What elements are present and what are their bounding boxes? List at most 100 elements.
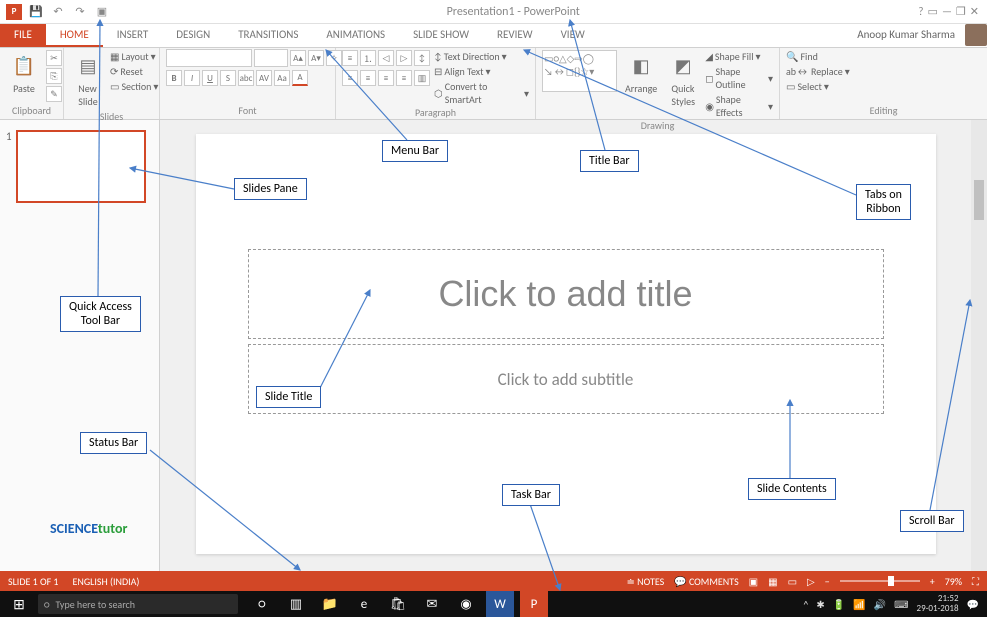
- ribbon-options-icon[interactable]: ▭: [928, 5, 938, 18]
- fit-to-window-icon[interactable]: ⛶: [972, 575, 979, 588]
- redo-icon[interactable]: ↷: [72, 4, 88, 20]
- avatar[interactable]: [965, 24, 987, 46]
- grow-font-icon[interactable]: A▴: [290, 50, 306, 66]
- notes-button[interactable]: ≐ NOTES: [627, 575, 665, 588]
- align-center-icon[interactable]: ≡: [360, 70, 376, 86]
- text-direction-button[interactable]: ↕ Text Direction ▾: [434, 50, 529, 63]
- align-left-icon[interactable]: ≡: [342, 70, 358, 86]
- justify-icon[interactable]: ≡: [396, 70, 412, 86]
- slides-pane[interactable]: 1: [0, 120, 160, 571]
- tab-transitions[interactable]: TRANSITIONS: [224, 24, 312, 47]
- shadow-button[interactable]: abc: [238, 70, 254, 86]
- comments-button[interactable]: 💬 COMMENTS: [674, 575, 738, 588]
- shape-fill-button[interactable]: ◢ Shape Fill ▾: [705, 50, 773, 63]
- quick-styles-button[interactable]: ◩Quick Styles: [665, 50, 701, 110]
- vertical-scrollbar[interactable]: [971, 120, 987, 571]
- slideshow-icon[interactable]: ▣: [94, 4, 110, 20]
- keyboard-icon[interactable]: ⌨: [894, 598, 908, 611]
- scrollbar-thumb[interactable]: [974, 180, 984, 220]
- select-button[interactable]: ▭ Select ▾: [786, 80, 829, 93]
- paste-button[interactable]: 📋Paste: [6, 50, 42, 97]
- user-name[interactable]: Anoop Kumar Sharma: [847, 24, 965, 47]
- tab-view[interactable]: VIEW: [547, 24, 599, 47]
- decrease-indent-icon[interactable]: ◁: [378, 50, 394, 66]
- clock[interactable]: 21:5229-01-2018: [917, 594, 959, 614]
- shape-outline-button[interactable]: ◻ Shape Outline ▾: [705, 65, 773, 91]
- start-button[interactable]: ⊞: [0, 596, 38, 613]
- close-icon[interactable]: ✕: [970, 5, 979, 18]
- cut-icon[interactable]: ✂: [46, 50, 62, 66]
- align-right-icon[interactable]: ≡: [378, 70, 394, 86]
- tab-animations[interactable]: ANIMATIONS: [312, 24, 399, 47]
- arrange-button[interactable]: ◧Arrange: [621, 50, 661, 97]
- underline-button[interactable]: U: [202, 70, 218, 86]
- find-button[interactable]: 🔍 Find: [786, 50, 818, 63]
- bluetooth-icon[interactable]: ✱: [816, 598, 824, 611]
- case-button[interactable]: Aa: [274, 70, 290, 86]
- align-text-button[interactable]: ⊟ Align Text ▾: [434, 65, 529, 78]
- layout-button[interactable]: ▦ Layout ▾: [110, 50, 158, 63]
- section-button[interactable]: ▭ Section ▾: [110, 80, 158, 93]
- zoom-percent[interactable]: 79%: [945, 575, 962, 588]
- shrink-font-icon[interactable]: A▾: [308, 50, 324, 66]
- font-size-select[interactable]: [254, 49, 288, 67]
- explorer-icon[interactable]: 📁: [316, 591, 344, 617]
- sorter-view-icon[interactable]: ▦: [768, 575, 777, 588]
- volume-icon[interactable]: 🔊: [874, 598, 886, 611]
- taskview-icon[interactable]: ▥: [282, 591, 310, 617]
- wifi-icon[interactable]: 📶: [853, 598, 865, 611]
- tab-slideshow[interactable]: SLIDE SHOW: [399, 24, 483, 47]
- restore-icon[interactable]: ❐: [956, 5, 966, 18]
- edge-icon[interactable]: e: [350, 591, 378, 617]
- help-icon[interactable]: ?: [918, 5, 923, 18]
- tray-expand-icon[interactable]: ^: [803, 598, 808, 611]
- battery-icon[interactable]: 🔋: [833, 598, 845, 611]
- reading-view-icon[interactable]: ▭: [788, 575, 797, 588]
- zoom-slider[interactable]: [840, 580, 920, 582]
- save-icon[interactable]: 💾: [28, 4, 44, 20]
- shape-effects-button[interactable]: ◉ Shape Effects ▾: [705, 93, 773, 119]
- italic-button[interactable]: I: [184, 70, 200, 86]
- reset-button[interactable]: ⟳ Reset: [110, 65, 158, 78]
- font-color-button[interactable]: A: [292, 70, 308, 86]
- bold-button[interactable]: B: [166, 70, 182, 86]
- zoom-in-icon[interactable]: +: [930, 575, 935, 588]
- tab-review[interactable]: REVIEW: [483, 24, 547, 47]
- slideshow-view-icon[interactable]: ▷: [807, 575, 815, 588]
- powerpoint-taskbar-icon[interactable]: P: [520, 591, 548, 617]
- shapes-gallery[interactable]: ▭○△◇⇨◯↘↔◻{}☆▾: [542, 50, 617, 92]
- increase-indent-icon[interactable]: ▷: [396, 50, 412, 66]
- language[interactable]: ENGLISH (INDIA): [73, 575, 140, 588]
- normal-view-icon[interactable]: ▣: [749, 575, 758, 588]
- mail-icon[interactable]: ✉: [418, 591, 446, 617]
- cortana-icon[interactable]: ○: [248, 591, 276, 617]
- copy-icon[interactable]: ⎘: [46, 68, 62, 84]
- tab-home[interactable]: HOME: [46, 24, 103, 47]
- slide-thumbnail-1[interactable]: 1: [6, 130, 153, 203]
- strike-button[interactable]: S: [220, 70, 236, 86]
- word-icon[interactable]: W: [486, 591, 514, 617]
- spacing-button[interactable]: AV: [256, 70, 272, 86]
- title-placeholder[interactable]: Click to add title: [248, 249, 884, 339]
- notifications-icon[interactable]: 💬: [967, 598, 979, 611]
- smartart-button[interactable]: ⬡ Convert to SmartArt ▾: [434, 80, 529, 106]
- thumb-preview[interactable]: [16, 130, 146, 203]
- format-painter-icon[interactable]: ✎: [46, 86, 62, 102]
- replace-button[interactable]: ab↔ Replace ▾: [786, 65, 850, 78]
- subtitle-placeholder[interactable]: Click to add subtitle: [248, 344, 884, 414]
- tab-insert[interactable]: INSERT: [103, 24, 163, 47]
- font-family-select[interactable]: [166, 49, 252, 67]
- line-spacing-icon[interactable]: ↕: [414, 50, 430, 66]
- tab-design[interactable]: DESIGN: [162, 24, 224, 47]
- file-tab[interactable]: FILE: [0, 24, 46, 47]
- taskbar-search[interactable]: ○ Type here to search: [38, 594, 238, 614]
- undo-icon[interactable]: ↶: [50, 4, 66, 20]
- numbering-icon[interactable]: ⒈: [360, 50, 376, 66]
- zoom-out-icon[interactable]: −: [825, 575, 830, 588]
- store-icon[interactable]: 🛍: [384, 591, 412, 617]
- columns-icon[interactable]: ▥: [414, 70, 430, 86]
- minimize-icon[interactable]: —: [942, 5, 952, 18]
- bullets-icon[interactable]: ≡: [342, 50, 358, 66]
- new-slide-button[interactable]: ▤New Slide: [70, 50, 106, 110]
- chrome-icon[interactable]: ◉: [452, 591, 480, 617]
